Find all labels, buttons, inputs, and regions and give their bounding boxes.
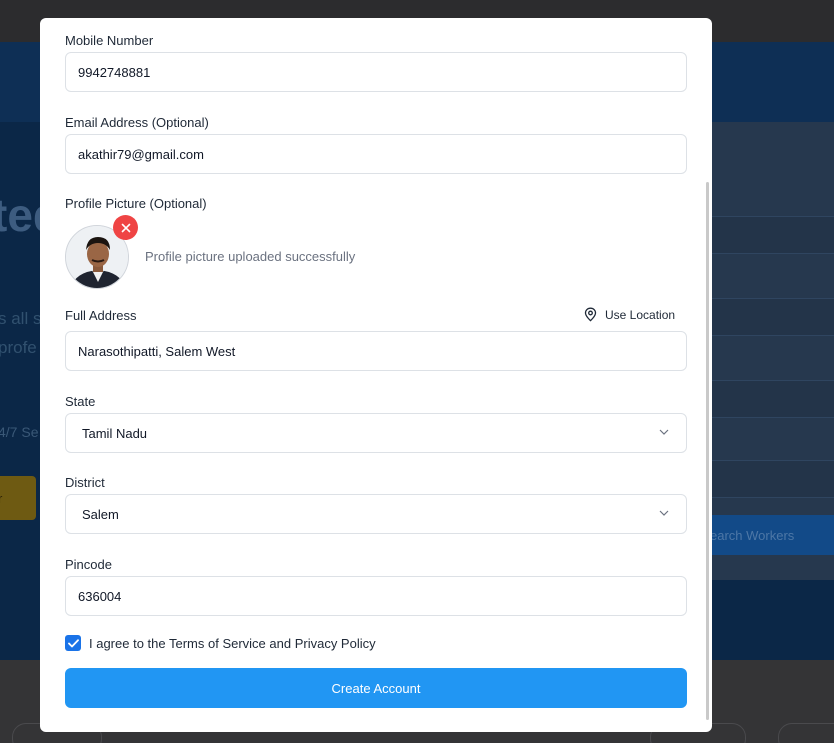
district-selected-value: Salem bbox=[82, 506, 119, 522]
email-input[interactable]: akathir79@gmail.com bbox=[65, 134, 687, 174]
create-account-button[interactable]: Create Account bbox=[65, 668, 687, 708]
terms-agreement: I agree to the Terms of Service and Priv… bbox=[65, 635, 376, 651]
state-label: State bbox=[65, 394, 96, 409]
use-location-button[interactable]: Use Location bbox=[584, 307, 675, 322]
address-input[interactable]: Narasothipatti, Salem West bbox=[65, 331, 687, 371]
terms-checkbox[interactable] bbox=[65, 635, 81, 651]
email-label: Email Address (Optional) bbox=[65, 115, 209, 130]
district-select[interactable]: Salem bbox=[65, 494, 687, 534]
background-hero-subtitle: profe bbox=[0, 338, 37, 357]
use-location-label: Use Location bbox=[605, 307, 676, 322]
background-search-button: earch Workers bbox=[700, 515, 834, 555]
mobile-label: Mobile Number bbox=[65, 33, 154, 48]
chevron-down-icon bbox=[659, 510, 669, 519]
background-panel-row bbox=[712, 298, 834, 336]
background-panel-row bbox=[712, 216, 834, 254]
background-cta-button: r bbox=[0, 476, 36, 520]
close-icon bbox=[121, 223, 130, 232]
pincode-input[interactable]: 636004 bbox=[65, 576, 687, 616]
background-hero-feature: 4/7 Se bbox=[0, 424, 39, 440]
chevron-down-icon bbox=[659, 429, 669, 438]
remove-photo-button[interactable] bbox=[113, 215, 138, 240]
profile-picture-label: Profile Picture (Optional) bbox=[65, 196, 207, 211]
state-select[interactable]: Tamil Nadu bbox=[65, 413, 687, 453]
terms-label: I agree to the Terms of Service and Priv… bbox=[89, 635, 376, 651]
address-label: Full Address bbox=[65, 308, 137, 323]
background-panel-row bbox=[712, 460, 834, 498]
modal-scrollbar[interactable] bbox=[706, 182, 709, 720]
pincode-label: Pincode bbox=[65, 557, 112, 572]
district-label: District bbox=[65, 475, 105, 490]
background-panel-row bbox=[712, 380, 834, 418]
upload-status-text: Profile picture uploaded successfully bbox=[145, 249, 356, 264]
state-selected-value: Tamil Nadu bbox=[82, 425, 148, 441]
background-hero-subtitle: s all s bbox=[0, 309, 42, 328]
background-pill bbox=[778, 723, 834, 743]
registration-modal: Mobile Number 9942748881 Email Address (… bbox=[40, 18, 712, 732]
check-icon bbox=[67, 638, 79, 647]
mobile-number-input[interactable]: 9942748881 bbox=[65, 52, 687, 92]
background-search-panel bbox=[712, 122, 834, 580]
map-pin-icon bbox=[584, 307, 597, 322]
